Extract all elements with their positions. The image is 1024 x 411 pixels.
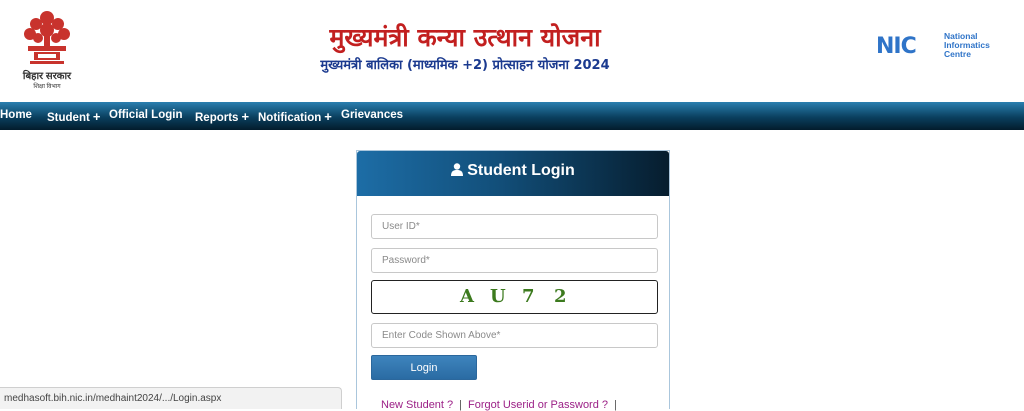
expand-plus-icon: + xyxy=(324,109,332,124)
page-title: मुख्यमंत्री कन्या उत्थान योजना xyxy=(329,23,601,52)
login-help-links: New Student ? | Forgot Userid or Password … xyxy=(381,399,623,411)
captcha-char: U xyxy=(490,286,506,307)
nic-logo: NIC National Informatics Centre xyxy=(876,32,1006,62)
nav-item-label: Notification xyxy=(258,112,322,124)
nav-item-student[interactable]: Student + xyxy=(47,109,100,124)
emblem-subcaption: शिक्षा विभाग xyxy=(33,84,61,90)
nic-logo-text: National Informatics Centre xyxy=(944,32,990,59)
nav-item-official-login[interactable]: Official Login xyxy=(109,109,182,121)
link-separator: | xyxy=(614,399,617,411)
nav-item-grievances[interactable]: Grievances xyxy=(341,109,403,121)
nav-item-reports[interactable]: Reports + xyxy=(195,109,249,124)
nav-item-label: Grievances xyxy=(341,109,404,121)
login-button[interactable]: Login xyxy=(371,355,477,380)
nav-item-label: Student xyxy=(47,112,90,124)
captcha-char: 2 xyxy=(554,286,567,307)
nic-line-3: Centre xyxy=(944,49,971,59)
status-url: medhasoft.bih.nic.in/medhaint2024/.../Lo… xyxy=(4,393,222,404)
nav-item-label: Home xyxy=(0,109,32,121)
captcha-char: 7 xyxy=(522,286,535,307)
user-icon xyxy=(451,163,464,176)
nav-item-label: Official Login xyxy=(109,109,183,121)
emblem-caption: बिहार सरकार xyxy=(22,71,72,82)
expand-plus-icon: + xyxy=(241,109,250,124)
login-panel-title: Student Login xyxy=(357,162,669,180)
nav-item-home[interactable]: Home xyxy=(0,109,32,121)
page-subtitle: मुख्यमंत्री बालिका (माध्यमिक +2) प्रोत्स… xyxy=(320,58,610,73)
forgot-credentials-link[interactable]: Forgot Userid or Password ? xyxy=(468,399,608,411)
captcha-code-input[interactable] xyxy=(371,323,658,348)
site-header: बिहार सरकार शिक्षा विभाग मुख्यमंत्री कन्… xyxy=(0,0,1024,102)
student-login-panel: Student Login A U 7 2 Login New Student … xyxy=(356,150,670,411)
captcha-char: A xyxy=(460,286,474,307)
user-id-input[interactable] xyxy=(371,214,658,239)
password-input[interactable] xyxy=(371,248,658,273)
captcha-image: A U 7 2 xyxy=(371,280,658,314)
login-panel-header: Student Login xyxy=(357,151,669,196)
login-title-text: Student Login xyxy=(467,162,575,179)
main-navbar: Home Student + Official Login Reports + No… xyxy=(0,102,1024,130)
nav-item-notification[interactable]: Notification + xyxy=(258,109,332,124)
link-separator: | xyxy=(459,399,463,411)
nic-logo-mark: NIC xyxy=(876,34,917,59)
bodhi-tree-emblem-icon xyxy=(24,11,70,64)
bihar-government-emblem: बिहार सरकार शिक्षा विभाग xyxy=(14,8,80,92)
browser-status-bar: medhasoft.bih.nic.in/medhaint2024/.../Lo… xyxy=(0,387,342,409)
nav-item-label: Reports xyxy=(195,112,239,124)
new-student-link[interactable]: New Student ? xyxy=(381,399,453,411)
expand-plus-icon: + xyxy=(92,109,101,124)
